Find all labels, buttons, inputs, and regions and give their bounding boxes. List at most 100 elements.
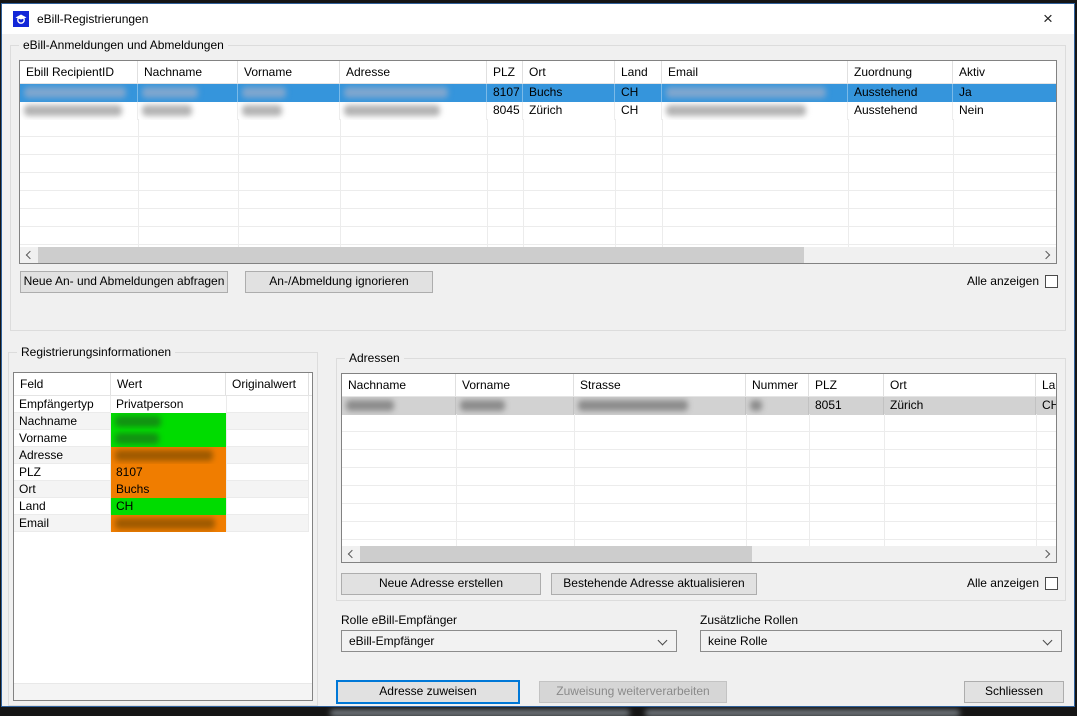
cell-plz: 8051 bbox=[809, 397, 884, 415]
column-header-filler bbox=[309, 373, 313, 395]
field-name: PLZ bbox=[14, 464, 111, 481]
column-header[interactable]: Strasse bbox=[574, 374, 746, 396]
horizontal-scrollbar[interactable] bbox=[342, 546, 1056, 562]
addresses-group-title: Adressen bbox=[345, 351, 404, 365]
cell-aktiv: Nein bbox=[953, 102, 1057, 120]
table-row[interactable]: 8045 Zürich CH Ausstehend Nein bbox=[20, 102, 1056, 120]
column-header[interactable]: Zuordnung bbox=[848, 61, 953, 83]
column-header[interactable]: PLZ bbox=[809, 374, 884, 396]
column-header[interactable]: Vorname bbox=[238, 61, 340, 83]
info-row-plz[interactable]: PLZ 8107 bbox=[14, 464, 312, 481]
scrollbar-track[interactable] bbox=[359, 546, 1039, 562]
field-value bbox=[111, 430, 226, 447]
field-value: 8107 bbox=[111, 464, 226, 481]
show-all-label: Alle anzeigen bbox=[967, 274, 1039, 288]
chevron-down-icon bbox=[658, 636, 668, 646]
field-value bbox=[111, 447, 226, 464]
cell-plz: 8107 bbox=[487, 84, 523, 102]
column-header[interactable]: Nummer bbox=[746, 374, 809, 396]
redacted-text bbox=[24, 87, 126, 98]
table-row-selected[interactable]: 8107 Buchs CH Ausstehend Ja bbox=[20, 84, 1056, 102]
cell-nachname bbox=[138, 84, 238, 102]
ignore-registration-button[interactable]: An-/Abmeldung ignorieren bbox=[245, 271, 433, 293]
query-registrations-button[interactable]: Neue An- und Abmeldungen abfragen bbox=[20, 271, 228, 293]
show-all-checkbox[interactable] bbox=[1045, 577, 1058, 590]
column-header[interactable]: Ebill RecipientID bbox=[20, 61, 138, 83]
column-header[interactable]: Wert bbox=[111, 373, 226, 395]
info-row-ort[interactable]: Ort Buchs bbox=[14, 481, 312, 498]
ebill-registrations-dialog: eBill-Registrierungen × eBill-Anmeldunge… bbox=[1, 3, 1075, 707]
app-icon bbox=[13, 11, 29, 27]
field-original bbox=[226, 481, 309, 498]
column-header[interactable]: Feld bbox=[14, 373, 111, 395]
cell-nummer bbox=[746, 397, 809, 415]
scroll-left-icon[interactable] bbox=[20, 247, 37, 263]
cell-adresse bbox=[340, 84, 487, 102]
info-row-nachname[interactable]: Nachname bbox=[14, 413, 312, 430]
info-row-empfaengertyp[interactable]: Empfängertyp Privatperson bbox=[14, 396, 312, 413]
column-header[interactable]: Vorname bbox=[456, 374, 574, 396]
close-dialog-button[interactable]: Schliessen bbox=[964, 681, 1064, 703]
chevron-right-icon bbox=[1042, 550, 1050, 558]
redacted-text bbox=[115, 518, 215, 529]
cell-email bbox=[662, 84, 848, 102]
background-window-text bbox=[645, 710, 960, 716]
redacted-text bbox=[750, 400, 762, 411]
close-icon[interactable]: × bbox=[1036, 7, 1060, 31]
column-header[interactable]: Originalwert bbox=[226, 373, 309, 395]
column-header[interactable]: Land bbox=[615, 61, 662, 83]
info-row-land[interactable]: Land CH bbox=[14, 498, 312, 515]
chevron-left-icon bbox=[348, 550, 356, 558]
recipient-role-value: eBill-Empfänger bbox=[349, 634, 434, 648]
screen: eBill-Registrierungen × eBill-Anmeldunge… bbox=[0, 0, 1077, 716]
redacted-text bbox=[666, 105, 806, 116]
scrollbar-thumb[interactable] bbox=[360, 546, 752, 562]
column-header[interactable]: Nachname bbox=[342, 374, 456, 396]
cell-email bbox=[662, 102, 848, 120]
cell-land: CH bbox=[1036, 397, 1057, 415]
field-name: Empfängertyp bbox=[14, 396, 111, 413]
column-header[interactable]: PLZ bbox=[487, 61, 523, 83]
cell-ort: Buchs bbox=[523, 84, 615, 102]
recipient-role-select[interactable]: eBill-Empfänger bbox=[341, 630, 677, 652]
scroll-left-icon[interactable] bbox=[342, 546, 359, 562]
info-row-email[interactable]: Email bbox=[14, 515, 312, 532]
redacted-text bbox=[115, 433, 159, 444]
horizontal-scrollbar[interactable] bbox=[20, 247, 1056, 263]
chevron-down-icon bbox=[1043, 636, 1053, 646]
chevron-right-icon bbox=[1042, 251, 1050, 259]
field-name: Email bbox=[14, 515, 111, 532]
info-row-vorname[interactable]: Vorname bbox=[14, 430, 312, 447]
column-header[interactable]: Email bbox=[662, 61, 848, 83]
addresses-table: Nachname Vorname Strasse Nummer PLZ Ort … bbox=[341, 373, 1057, 563]
scrollbar-thumb[interactable] bbox=[38, 247, 804, 263]
additional-roles-select[interactable]: keine Rolle bbox=[700, 630, 1062, 652]
scroll-right-icon[interactable] bbox=[1039, 546, 1056, 562]
process-assignment-button[interactable]: Zuweisung weiterverarbeiten bbox=[539, 681, 727, 703]
column-header[interactable]: Ort bbox=[523, 61, 615, 83]
redacted-text bbox=[24, 105, 122, 116]
column-header[interactable]: Nachname bbox=[138, 61, 238, 83]
cell-strasse bbox=[574, 397, 746, 415]
cell-vorname bbox=[238, 102, 340, 120]
registration-info-group-title: Registrierungsinformationen bbox=[17, 345, 175, 359]
field-original bbox=[226, 413, 309, 430]
show-all-checkbox[interactable] bbox=[1045, 275, 1058, 288]
registration-info-header: Feld Wert Originalwert bbox=[14, 373, 312, 396]
column-header[interactable]: Ort bbox=[884, 374, 1036, 396]
scroll-right-icon[interactable] bbox=[1039, 247, 1056, 263]
additional-roles-value: keine Rolle bbox=[708, 634, 767, 648]
assign-address-button[interactable]: Adresse zuweisen bbox=[336, 680, 520, 704]
new-address-button[interactable]: Neue Adresse erstellen bbox=[341, 573, 541, 595]
field-name: Land bbox=[14, 498, 111, 515]
redacted-text bbox=[460, 400, 505, 411]
column-header[interactable]: Adresse bbox=[340, 61, 487, 83]
column-header[interactable]: Land bbox=[1036, 374, 1057, 396]
field-original bbox=[226, 498, 309, 515]
redacted-text bbox=[142, 87, 198, 98]
info-row-adresse[interactable]: Adresse bbox=[14, 447, 312, 464]
scrollbar-track[interactable] bbox=[37, 247, 1039, 263]
update-address-button[interactable]: Bestehende Adresse aktualisieren bbox=[551, 573, 757, 595]
address-row-selected[interactable]: 8051 Zürich CH bbox=[342, 397, 1056, 415]
column-header[interactable]: Aktiv bbox=[953, 61, 1057, 83]
